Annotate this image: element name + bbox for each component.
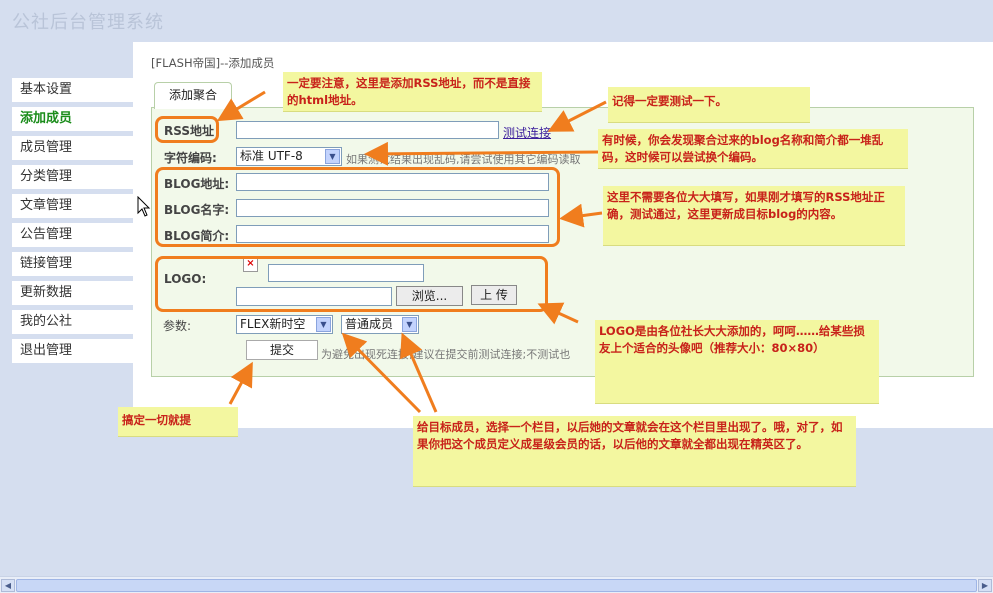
scroll-left-icon[interactable]: ◀ bbox=[1, 579, 15, 592]
horizontal-scrollbar[interactable]: ◀ ▶ bbox=[0, 576, 993, 593]
arrow-logo bbox=[537, 302, 579, 325]
scroll-right-icon[interactable]: ▶ bbox=[978, 579, 992, 592]
scrollbar-thumb[interactable] bbox=[16, 579, 977, 592]
annotation-arrows bbox=[216, 90, 607, 414]
arrow-rss bbox=[216, 90, 266, 122]
arrow-charset bbox=[364, 141, 599, 166]
arrow-blog bbox=[559, 203, 603, 228]
arrow-test bbox=[547, 100, 607, 132]
arrow-submit bbox=[228, 361, 253, 405]
